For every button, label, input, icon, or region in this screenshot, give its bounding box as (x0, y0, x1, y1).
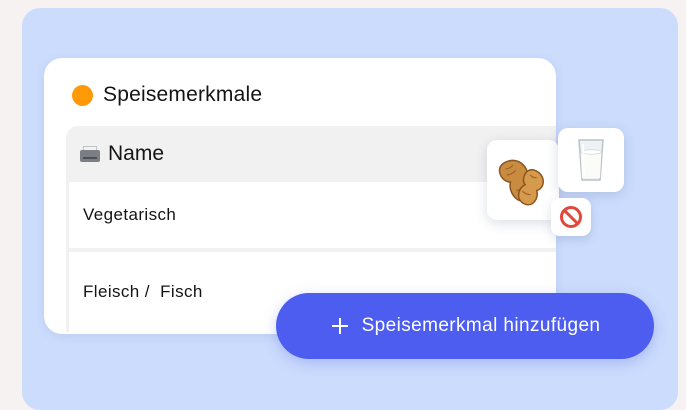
status-dot-icon (72, 84, 93, 106)
add-meal-attribute-button[interactable]: Speisemerkmal hinzufügen (276, 293, 654, 359)
column-header-name: Name (108, 142, 165, 165)
table-header: Name (66, 126, 556, 182)
name-badge-icon (80, 146, 100, 162)
prohibited-badge (551, 198, 591, 236)
plus-icon (331, 318, 348, 334)
row-label: Vegetarisch (83, 205, 177, 224)
milk-allergen-badge (558, 128, 624, 192)
card-header: Speisemerkmale (72, 83, 262, 107)
card-title: Speisemerkmale (103, 83, 263, 106)
peanut-allergen-badge (487, 140, 559, 220)
table-row[interactable]: Vegetarisch (66, 182, 556, 252)
milk-glass-icon (578, 139, 604, 181)
add-button-label: Speisemerkmal hinzufügen (361, 315, 601, 336)
row-label: Fleisch / Fisch (83, 282, 203, 301)
peanut-icon (498, 159, 544, 206)
prohibited-icon (560, 206, 582, 228)
